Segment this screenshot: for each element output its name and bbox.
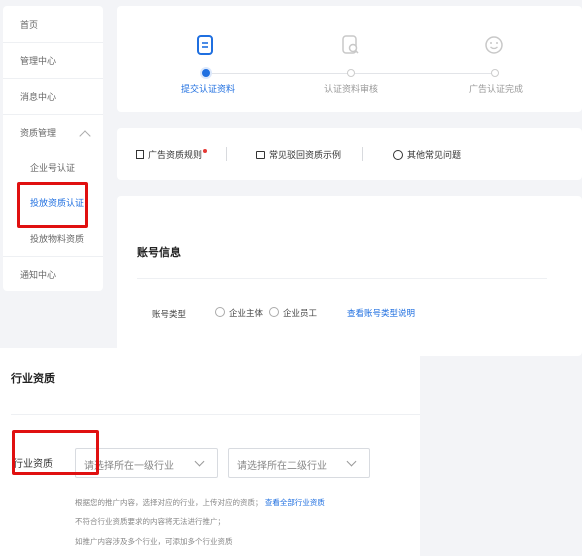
radio-enterprise-employee-label: 企业员工 bbox=[283, 309, 318, 319]
chevron-down-icon bbox=[194, 456, 205, 467]
account-section-title: 账号信息 bbox=[137, 246, 181, 259]
link-separator bbox=[226, 147, 227, 161]
smile-icon bbox=[485, 36, 503, 54]
secondary-industry-placeholder: 请选择所在二级行业 bbox=[237, 461, 327, 472]
sidebar-divider bbox=[3, 256, 103, 257]
document-icon bbox=[197, 35, 213, 55]
sidebar-divider bbox=[3, 78, 103, 79]
step-dot-2 bbox=[347, 69, 355, 77]
industry-hint-line-2: 不符合行业资质要求的内容将无法进行推广； bbox=[75, 517, 225, 526]
chat-icon bbox=[256, 150, 265, 159]
step-dot-1 bbox=[202, 69, 210, 77]
industry-section-title: 行业资质 bbox=[11, 372, 55, 385]
account-type-help-link[interactable]: 查看账号类型说明 bbox=[347, 307, 415, 319]
faq-link-label: 其他常见问题 bbox=[407, 151, 462, 161]
account-info-card: 账号信息 账号类型 企业主体 企业员工 查看账号类型说明 bbox=[117, 196, 582, 356]
radio-enterprise-entity-label: 企业主体 bbox=[229, 309, 264, 319]
sidebar: 首页 管理中心 消息中心 资质管理 企业号认证 投放资质认证 投放物料资质 通知… bbox=[3, 6, 103, 291]
rules-icon bbox=[136, 150, 144, 159]
new-badge bbox=[203, 148, 208, 153]
radio-enterprise-entity[interactable] bbox=[215, 307, 225, 317]
help-links-bar: 广告资质规则 常见驳回资质示例 其他常见问题 bbox=[117, 128, 582, 180]
step-label-1: 提交认证资料 bbox=[181, 85, 236, 95]
step-label-3: 广告认证完成 bbox=[469, 85, 524, 95]
industry-hint-line-3: 如推广内容涉及多个行业，可添加多个行业资质 bbox=[75, 537, 233, 546]
rejection-examples-label: 常见驳回资质示例 bbox=[269, 151, 342, 161]
sidebar-item-notifications[interactable]: 通知中心 bbox=[20, 268, 56, 281]
all-industry-qualifications-link[interactable]: 查看全部行业资质 bbox=[265, 498, 325, 507]
sidebar-item-qualification[interactable]: 资质管理 bbox=[20, 126, 56, 139]
section-divider bbox=[137, 278, 547, 279]
sidebar-item-home[interactable]: 首页 bbox=[20, 18, 38, 31]
chevron-down-icon bbox=[346, 456, 357, 467]
highlight-box bbox=[17, 182, 88, 228]
account-info-section: 账号信息 账号类型 企业主体 企业员工 查看账号类型说明 bbox=[137, 214, 567, 344]
rejection-examples-link[interactable]: 常见驳回资质示例 bbox=[256, 148, 341, 161]
chevron-up-icon[interactable] bbox=[79, 130, 91, 142]
rules-link[interactable]: 广告资质规则 bbox=[136, 148, 208, 161]
sidebar-divider bbox=[3, 42, 103, 43]
sidebar-divider bbox=[3, 114, 103, 115]
highlight-box bbox=[12, 430, 99, 475]
sidebar-item-management[interactable]: 管理中心 bbox=[20, 54, 56, 67]
industry-hint-line-1: 根据您的推广内容，选择对应的行业，上传对应的资质； 查看全部行业资质 bbox=[75, 497, 325, 508]
sidebar-item-enterprise-cert[interactable]: 企业号认证 bbox=[30, 161, 75, 174]
review-icon bbox=[342, 35, 359, 54]
link-separator bbox=[362, 147, 363, 161]
rules-link-label: 广告资质规则 bbox=[148, 151, 203, 161]
sidebar-item-messages[interactable]: 消息中心 bbox=[20, 90, 56, 103]
account-type-label: 账号类型 bbox=[152, 310, 187, 320]
secondary-industry-select[interactable]: 请选择所在二级行业 bbox=[228, 448, 370, 478]
step-dot-3 bbox=[491, 69, 499, 77]
industry-hint-text-1: 根据您的推广内容，选择对应的行业，上传对应的资质； bbox=[75, 498, 263, 507]
section-divider bbox=[11, 414, 420, 415]
step-label-2: 认证资料审核 bbox=[324, 85, 379, 95]
step-connector bbox=[210, 73, 350, 74]
info-icon bbox=[393, 149, 403, 160]
sidebar-item-material-qualification[interactable]: 投放物料资质 bbox=[30, 232, 84, 245]
radio-enterprise-employee[interactable] bbox=[269, 307, 279, 317]
progress-steps: 提交认证资料 认证资料审核 广告认证完成 bbox=[117, 6, 582, 112]
step-connector bbox=[355, 73, 493, 74]
faq-link[interactable]: 其他常见问题 bbox=[393, 148, 461, 161]
